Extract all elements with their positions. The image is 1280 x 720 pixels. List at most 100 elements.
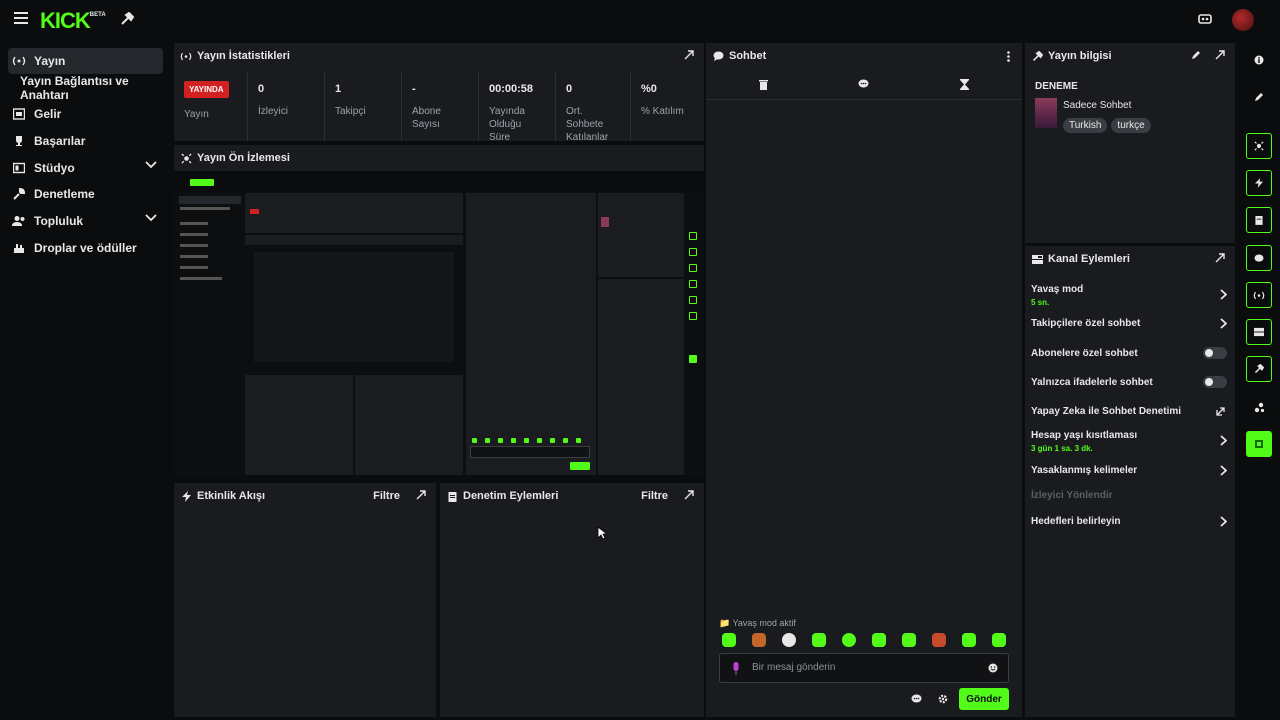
- drops-icon: [12, 241, 26, 255]
- microphone-icon[interactable]: [732, 662, 740, 675]
- action-followers-only[interactable]: Takipçilere özel sohbet: [1031, 318, 1227, 329]
- emote[interactable]: [872, 633, 886, 647]
- chat-rules-icon[interactable]: [911, 694, 922, 704]
- action-banned-words[interactable]: Yasaklanmış kelimeler: [1031, 465, 1227, 476]
- pencil-icon[interactable]: [1191, 50, 1201, 60]
- settings-gear-icon[interactable]: [938, 694, 948, 704]
- preview-info: [598, 193, 684, 277]
- chevron-down-icon[interactable]: [145, 214, 157, 222]
- emote[interactable]: [902, 633, 916, 647]
- preview-rail-btn: [689, 355, 697, 363]
- stat-live: YAYINDA Yayın: [174, 71, 246, 141]
- rail-chat-button[interactable]: [1246, 245, 1272, 271]
- sidebar-item-gelir[interactable]: Gelir: [8, 101, 163, 127]
- panel-title: Etkinlik Akışı: [197, 490, 266, 502]
- sidebar-item-stream-key[interactable]: Yayın Bağlantısı ve Anahtarı: [20, 74, 172, 102]
- preview-topbar: [174, 172, 704, 192]
- rail-add-widget-button[interactable]: [1246, 431, 1272, 457]
- gamepad-icon[interactable]: [1198, 13, 1212, 25]
- stat-avg-chatters: 0 Ort. Sohbete Katılanlar: [555, 71, 631, 143]
- emoji-icon[interactable]: [988, 663, 998, 673]
- rail-activity-button[interactable]: [1246, 170, 1272, 196]
- sidebar-item-label: Topluluk: [34, 214, 84, 228]
- rail-info-panel-button[interactable]: [1246, 356, 1272, 382]
- emote[interactable]: [722, 633, 736, 647]
- user-avatar[interactable]: [1232, 9, 1254, 31]
- preview-send-btn: [570, 462, 590, 470]
- sidebar-item-droplar[interactable]: Droplar ve ödüller: [8, 235, 163, 261]
- sidebar-item-label: Başarılar: [34, 134, 86, 148]
- action-ai-moderation[interactable]: Yapay Zeka ile Sohbet Denetimi: [1031, 406, 1227, 417]
- emote[interactable]: [812, 633, 826, 647]
- filter-button[interactable]: Filtre: [373, 490, 400, 502]
- menu-icon[interactable]: [14, 12, 28, 24]
- preview-nav-item: [180, 244, 208, 247]
- tag[interactable]: turkçe: [1111, 118, 1151, 133]
- preview-emote: [550, 438, 555, 443]
- preview-preview-header: [245, 235, 463, 245]
- rail-dots-button[interactable]: [1246, 394, 1272, 420]
- emote-only-toggle[interactable]: [1203, 376, 1227, 388]
- sidebar-item-basarilar[interactable]: Başarılar: [8, 128, 163, 154]
- sidebar-item-yayin[interactable]: Yayın: [8, 48, 163, 74]
- popout-icon[interactable]: [1215, 50, 1225, 60]
- stat-uptime: 00:00:58 Yayında Olduğu Süre: [478, 71, 554, 143]
- preview-nav-item: [180, 207, 230, 210]
- dots-icon: [1254, 402, 1264, 412]
- actions-icon: [1031, 253, 1043, 265]
- category-name[interactable]: Sadece Sohbet: [1063, 100, 1131, 111]
- preview-nav-item: [180, 266, 208, 269]
- tag[interactable]: Turkish: [1063, 118, 1108, 133]
- pencil-icon: [1255, 93, 1263, 101]
- category-thumbnail[interactable]: [1035, 98, 1057, 128]
- rail-actions-button[interactable]: [1246, 319, 1272, 345]
- preview-category-art: [601, 217, 609, 227]
- sidebar-item-studyo[interactable]: Stüdyo: [8, 155, 163, 181]
- chat-message-input[interactable]: [752, 662, 972, 673]
- action-account-age[interactable]: Hesap yaşı kısıtlaması 3 gün 1 sa. 3 dk.: [1031, 430, 1227, 453]
- rail-edit-button[interactable]: [1246, 84, 1272, 110]
- popout-icon[interactable]: [684, 490, 694, 500]
- emote[interactable]: [842, 633, 856, 647]
- kick-logo[interactable]: KICKBETA: [40, 8, 106, 34]
- kebab-menu-icon[interactable]: [1007, 51, 1010, 62]
- chat-toolbar: [706, 70, 1022, 100]
- stat-label: Ort. Sohbete Katılanlar: [566, 106, 609, 143]
- rail-info-button[interactable]: [1246, 47, 1272, 73]
- preview-rail-btn: [689, 296, 697, 304]
- preview-header: Yayın Ön İzlemesi: [174, 145, 704, 171]
- mouse-cursor-icon: [597, 526, 607, 540]
- panel-title: Yayın İstatistikleri: [197, 50, 290, 62]
- rail-preview-button[interactable]: [1246, 133, 1272, 159]
- chat-icon[interactable]: [858, 79, 869, 89]
- community-icon: [12, 214, 26, 228]
- preview-activity: [245, 375, 353, 475]
- emote[interactable]: [782, 633, 796, 647]
- subscribers-only-toggle[interactable]: [1203, 347, 1227, 359]
- action-set-goals[interactable]: Hedefleri belirleyin: [1031, 516, 1227, 527]
- slow-mode-icon: 📁: [719, 618, 733, 628]
- stat-value: -: [412, 83, 416, 95]
- sidebar-item-denetleme[interactable]: Denetleme: [8, 181, 163, 207]
- rail-stats-button[interactable]: [1246, 282, 1272, 308]
- popout-icon[interactable]: [684, 50, 694, 60]
- popout-icon[interactable]: [1215, 253, 1225, 263]
- stream-preview[interactable]: [174, 172, 704, 475]
- hourglass-icon[interactable]: [960, 79, 969, 90]
- action-slow-mode[interactable]: Yavaş mod 5 sn.: [1031, 284, 1227, 307]
- emote[interactable]: [752, 633, 766, 647]
- emote[interactable]: [932, 633, 946, 647]
- rail-moderation-button[interactable]: [1246, 207, 1272, 233]
- popout-icon[interactable]: [416, 490, 426, 500]
- chevron-right-icon: [1220, 435, 1227, 446]
- emote[interactable]: [962, 633, 976, 647]
- hammer-icon[interactable]: [120, 12, 134, 26]
- send-button[interactable]: Gönder: [959, 688, 1009, 710]
- live-badge: YAYINDA: [184, 81, 229, 98]
- sidebar-item-topluluk[interactable]: Topluluk: [8, 208, 163, 234]
- trash-icon[interactable]: [759, 79, 768, 90]
- lightning-icon: [1255, 178, 1263, 188]
- chevron-down-icon[interactable]: [145, 161, 157, 169]
- emote[interactable]: [992, 633, 1006, 647]
- filter-button[interactable]: Filtre: [641, 490, 668, 502]
